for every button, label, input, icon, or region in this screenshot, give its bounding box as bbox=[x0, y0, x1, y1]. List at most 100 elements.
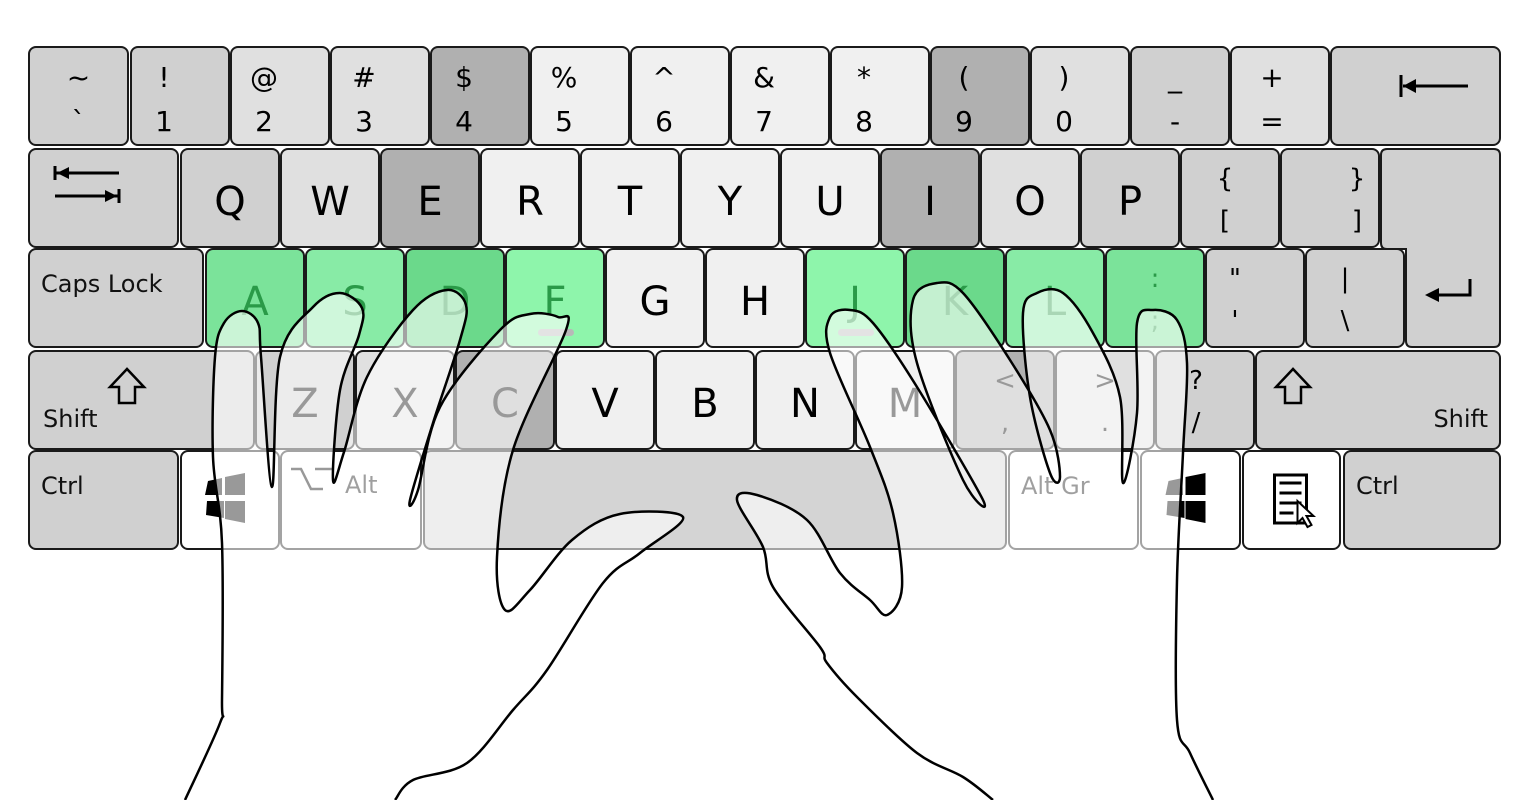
key-legend: Caps Lock bbox=[41, 270, 163, 298]
key-cap bbox=[530, 46, 630, 146]
key-v[interactable]: V bbox=[555, 350, 655, 450]
key-legend: ] bbox=[1352, 206, 1362, 236]
key-tab[interactable] bbox=[28, 148, 179, 248]
key-cap bbox=[730, 46, 830, 146]
key-u[interactable]: U bbox=[780, 148, 880, 248]
key-shift-legend: ~ bbox=[67, 61, 90, 94]
key-cap bbox=[130, 46, 230, 146]
key-7[interactable]: &7 bbox=[730, 46, 830, 146]
key-backslash[interactable]: |\ bbox=[1305, 248, 1405, 348]
key-shift-legend: & bbox=[753, 61, 775, 94]
key-rbracket[interactable]: }] bbox=[1280, 148, 1380, 248]
key-cap bbox=[930, 46, 1030, 146]
key-e[interactable]: E bbox=[380, 148, 480, 248]
key-cap bbox=[28, 450, 179, 550]
key-cap bbox=[1330, 46, 1501, 146]
key-shift-legend: % bbox=[551, 61, 578, 94]
key-legend: ' bbox=[1231, 306, 1238, 336]
key-legend: 4 bbox=[455, 105, 473, 138]
key-minus[interactable]: _- bbox=[1130, 46, 1230, 146]
key-backtick[interactable]: ~` bbox=[28, 46, 129, 146]
key-legend: - bbox=[1170, 105, 1180, 138]
key-r[interactable]: R bbox=[480, 148, 580, 248]
key-shift-legend: ! bbox=[158, 61, 169, 94]
key-cap bbox=[1305, 248, 1405, 348]
key-cap bbox=[330, 46, 430, 146]
key-shift-legend: # bbox=[352, 61, 375, 94]
key-cap bbox=[630, 46, 730, 146]
key-legend: Ctrl bbox=[41, 472, 84, 500]
key-equals[interactable]: += bbox=[1230, 46, 1330, 146]
key-shift-legend: ( bbox=[959, 61, 970, 94]
key-legend: U bbox=[815, 179, 844, 225]
key-legend: 8 bbox=[855, 105, 873, 138]
key-legend: T bbox=[617, 179, 643, 225]
key-2[interactable]: @2 bbox=[230, 46, 330, 146]
key-o[interactable]: O bbox=[980, 148, 1080, 248]
key-t[interactable]: T bbox=[580, 148, 680, 248]
key-8[interactable]: *8 bbox=[830, 46, 930, 146]
key-9[interactable]: (9 bbox=[930, 46, 1030, 146]
key-legend: N bbox=[790, 381, 820, 427]
key-shift-legend: ? bbox=[1189, 366, 1203, 396]
key-4[interactable]: $4 bbox=[430, 46, 530, 146]
key-3[interactable]: #3 bbox=[330, 46, 430, 146]
key-legend: O bbox=[1014, 179, 1045, 225]
key-lctrl[interactable]: Ctrl bbox=[28, 450, 179, 550]
key-legend: H bbox=[740, 279, 770, 325]
key-shift-legend: + bbox=[1260, 61, 1283, 94]
key-cap bbox=[230, 46, 330, 146]
key-rctrl[interactable]: Ctrl bbox=[1343, 450, 1501, 550]
key-quote[interactable]: "' bbox=[1205, 248, 1305, 348]
key-b[interactable]: B bbox=[655, 350, 755, 450]
key-cap bbox=[830, 46, 930, 146]
key-p[interactable]: P bbox=[1080, 148, 1180, 248]
key-legend: Ctrl bbox=[1356, 472, 1399, 500]
key-legend: / bbox=[1192, 408, 1201, 438]
key-shift-legend: @ bbox=[250, 61, 278, 94]
keyboard-diagram: ~`!1@2#3$4%5^6&7*8(9)0_-+=Q W E R T Y U I O P{[}]… bbox=[28, 46, 1501, 800]
key-legend: 5 bbox=[555, 105, 573, 138]
key-h[interactable]: H bbox=[705, 248, 805, 348]
key-legend: 9 bbox=[955, 105, 973, 138]
key-0[interactable]: )0 bbox=[1030, 46, 1130, 146]
key-legend: E bbox=[417, 179, 442, 225]
key-shift-legend: { bbox=[1217, 164, 1234, 194]
key-legend: \ bbox=[1341, 306, 1350, 336]
key-6[interactable]: ^6 bbox=[630, 46, 730, 146]
key-legend: ` bbox=[72, 105, 86, 138]
menu-icon bbox=[1273, 473, 1317, 529]
key-rshift[interactable]: Shift bbox=[1255, 350, 1501, 450]
key-1[interactable]: !1 bbox=[130, 46, 230, 146]
key-q[interactable]: Q bbox=[180, 148, 280, 248]
key-legend: W bbox=[310, 179, 350, 225]
key-cap bbox=[28, 148, 179, 248]
key-y[interactable]: Y bbox=[680, 148, 780, 248]
key-shift-legend: * bbox=[857, 61, 871, 94]
key-legend: I bbox=[924, 179, 936, 225]
key-legend: G bbox=[640, 279, 671, 325]
key-backspace[interactable] bbox=[1330, 46, 1501, 146]
key-legend: Shift bbox=[1433, 405, 1488, 433]
key-legend: 0 bbox=[1055, 105, 1073, 138]
key-legend: 6 bbox=[655, 105, 673, 138]
key-i[interactable]: I bbox=[880, 148, 980, 248]
key-shift-legend: " bbox=[1229, 264, 1241, 294]
key-g[interactable]: G bbox=[605, 248, 705, 348]
key-cap bbox=[1030, 46, 1130, 146]
key-w[interactable]: W bbox=[280, 148, 380, 248]
key-lbracket[interactable]: {[ bbox=[1180, 148, 1280, 248]
key-menu[interactable] bbox=[1242, 450, 1341, 550]
key-legend: 3 bbox=[355, 105, 373, 138]
key-legend: Q bbox=[214, 179, 245, 225]
key-legend: Y bbox=[717, 179, 743, 225]
key-cap bbox=[1255, 350, 1501, 450]
key-capslock[interactable]: Caps Lock bbox=[28, 248, 204, 348]
key-legend: 7 bbox=[755, 105, 773, 138]
key-legend: = bbox=[1260, 105, 1283, 138]
key-legend: 1 bbox=[155, 105, 173, 138]
key-5[interactable]: %5 bbox=[530, 46, 630, 146]
key-cap bbox=[430, 46, 530, 146]
key-cap bbox=[28, 248, 204, 348]
key-legend: B bbox=[691, 381, 718, 427]
